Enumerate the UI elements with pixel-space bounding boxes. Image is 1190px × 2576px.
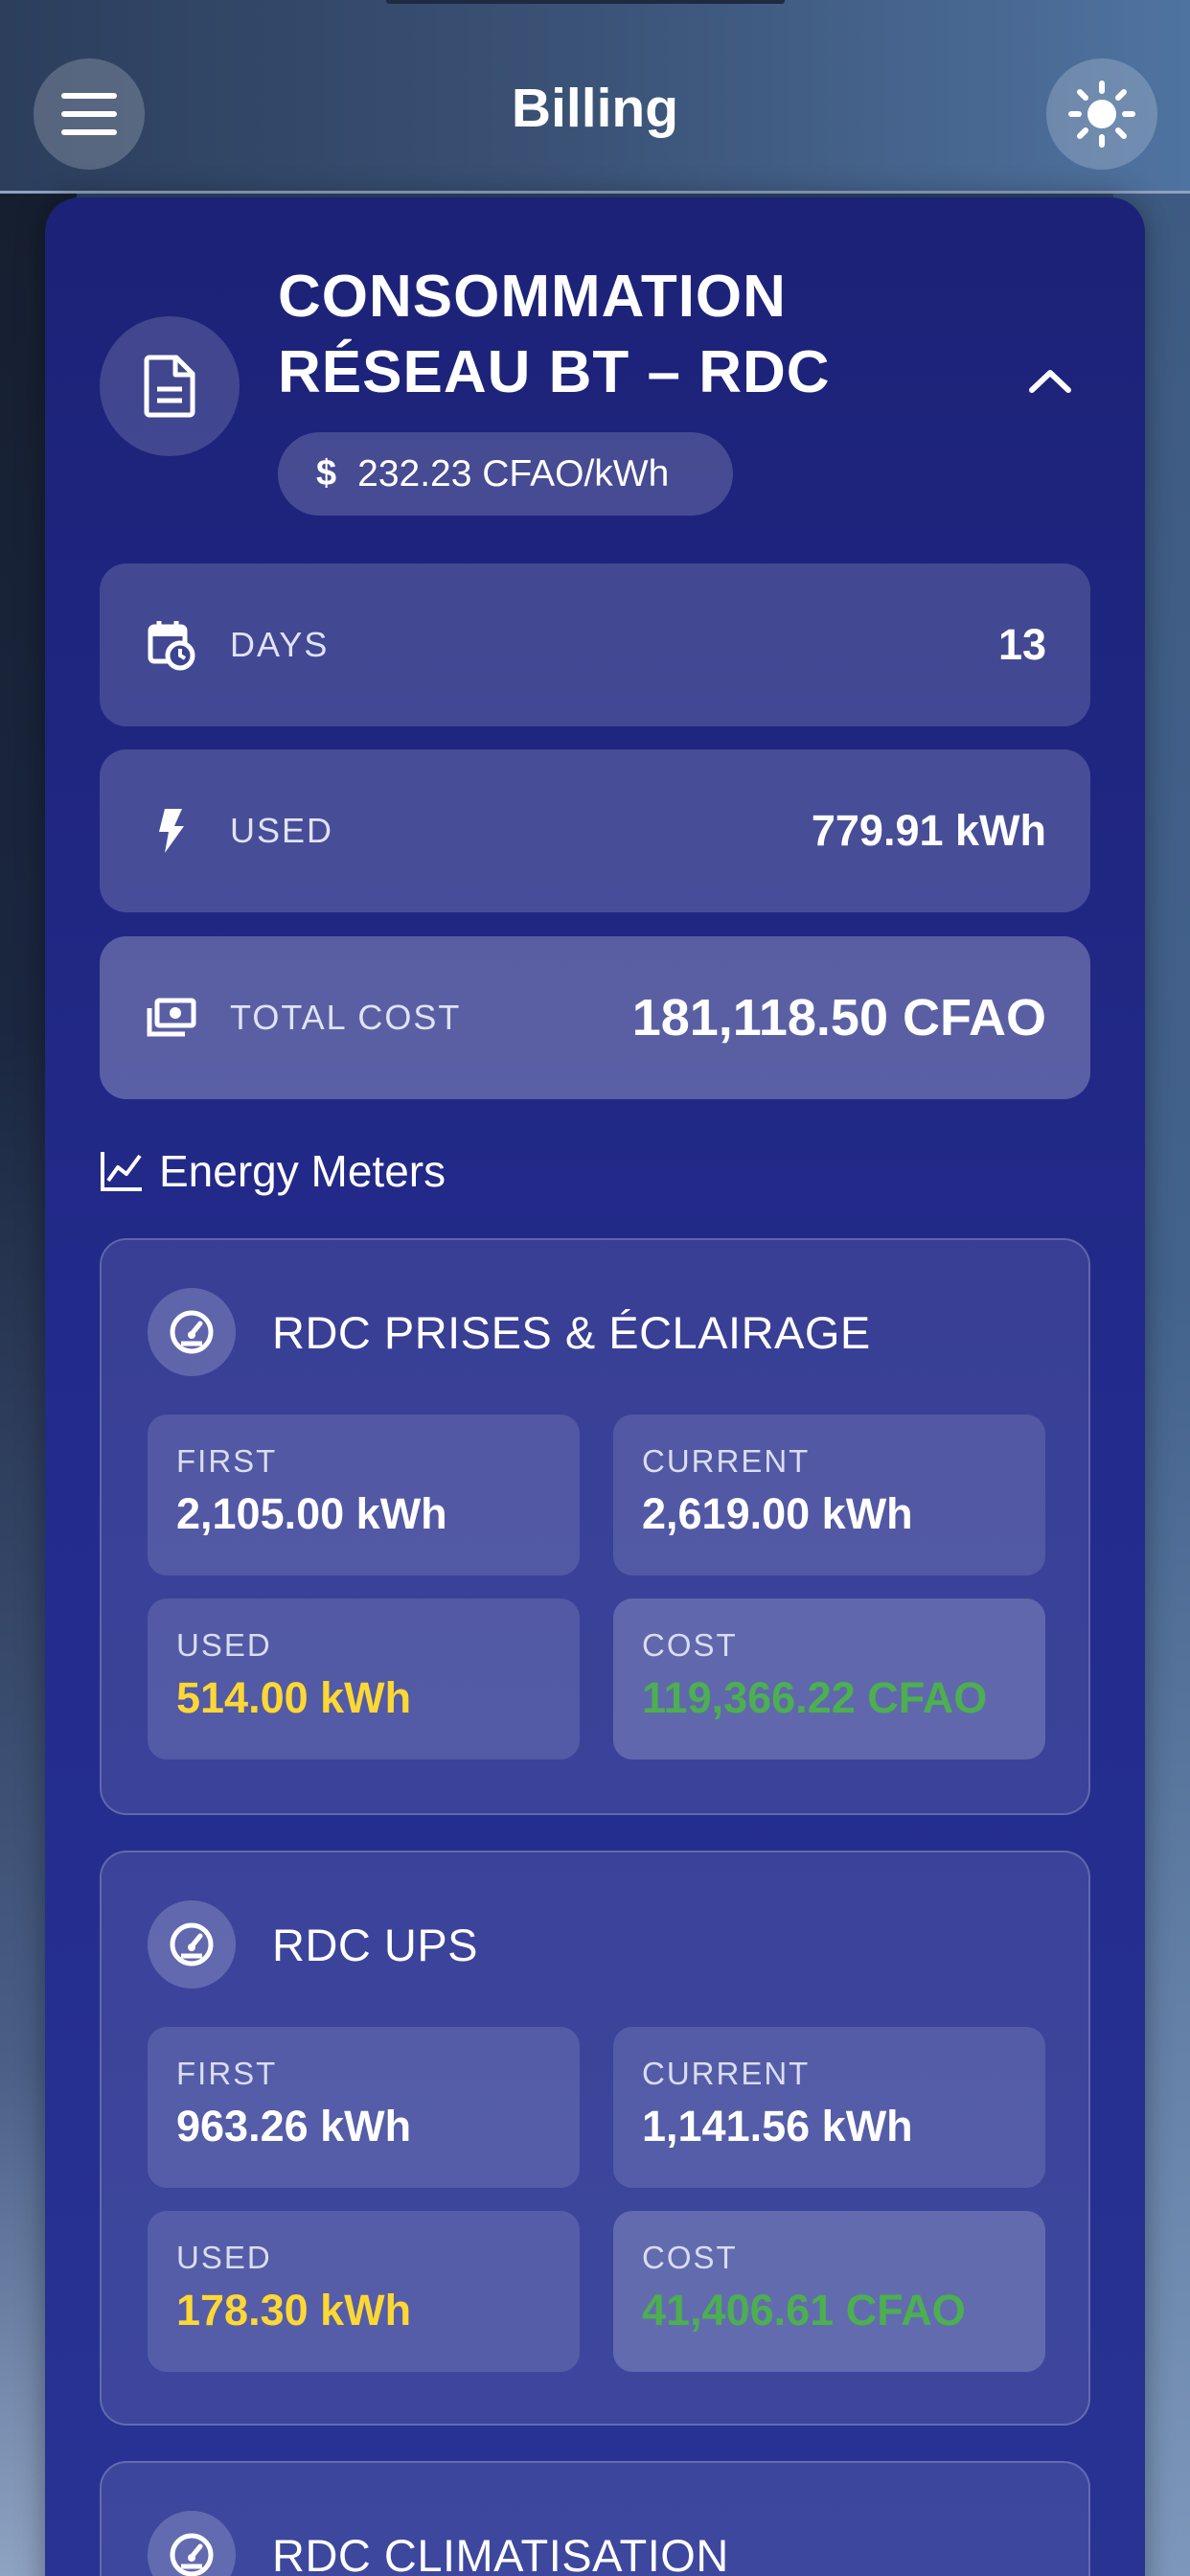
current-label: CURRENT [642,2056,811,2091]
meter-card: RDC CLIMATISATION [100,2461,1090,2576]
collapse-button[interactable] [1027,366,1073,400]
meter-header: RDC CLIMATISATION [148,2511,729,2576]
days-value: 13 [997,620,1046,669]
current-value: 2,619.00 kWh [642,1489,913,1538]
used-label: USED [176,2240,272,2275]
theme-toggle-button[interactable] [1046,58,1157,170]
meter-name: RDC PRISES & ÉCLAIRAGE [272,1306,871,1358]
document-icon [144,355,195,418]
page-title: Billing [511,78,679,139]
first-reading-tile: FIRST 2,105.00 kWh [148,1414,580,1576]
cost-label: COST [642,2240,738,2275]
current-value: 1,141.56 kWh [642,2102,913,2150]
meter-card: RDC PRISES & ÉCLAIRAGE FIRST 2,105.00 kW… [100,1238,1090,1815]
rate-value: 232.23 CFAO/kWh [357,452,670,494]
used-tile: USED 514.00 kWh [148,1598,580,1760]
document-badge [100,316,240,456]
billing-title-line1: CONSOMMATION [278,264,787,330]
total-cost-value: 181,118.50 CFAO [631,989,1046,1046]
chevron-up-icon [1029,370,1071,393]
first-value: 963.26 kWh [176,2102,412,2150]
gauge-icon [148,1900,236,1989]
days-row: DAYS 13 [100,564,1090,726]
rate-badge: $ 232.23 CFAO/kWh [278,432,733,516]
billing-title-line2: RÉSEAU BT – RDC [278,339,831,405]
cash-icon [146,992,197,1044]
bolt-icon [146,805,197,857]
used-row: USED 779.91 kWh [100,749,1090,912]
meter-name: RDC CLIMATISATION [272,2529,729,2576]
dollar-icon: $ [316,453,337,494]
calendar-clock-icon [146,619,197,671]
current-label: CURRENT [642,1443,811,1479]
used-value: 514.00 kWh [176,1673,412,1722]
sun-icon [1068,80,1135,148]
meter-header: RDC UPS [148,1900,478,1989]
first-label: FIRST [176,1443,278,1479]
section-title: Energy Meters [100,1145,446,1197]
gauge-icon [148,1288,236,1376]
meter-card: RDC UPS FIRST 963.26 kWh CURRENT 1,141.5… [100,1851,1090,2426]
cost-value: 41,406.61 CFAO [642,2286,966,2334]
status-notch [386,0,785,4]
current-reading-tile: CURRENT 2,619.00 kWh [613,1414,1045,1576]
used-label: USED [230,811,334,850]
first-value: 2,105.00 kWh [176,1489,447,1538]
meter-header: RDC PRISES & ÉCLAIRAGE [148,1288,871,1376]
line-chart-icon [101,1152,142,1191]
first-reading-tile: FIRST 963.26 kWh [148,2027,580,2188]
cost-tile: COST 41,406.61 CFAO [613,2211,1045,2372]
app-bar: Billing [0,0,1190,194]
used-label: USED [176,1627,272,1663]
used-tile: USED 178.30 kWh [148,2211,580,2372]
gauge-icon [148,2511,236,2576]
cost-label: COST [642,1627,738,1663]
days-label: DAYS [230,625,330,664]
meter-name: RDC UPS [272,1919,479,1970]
total-cost-row: TOTAL COST 181,118.50 CFAO [100,936,1090,1099]
cost-value: 119,366.22 CFAO [642,1673,988,1722]
section-title-text: Energy Meters [159,1146,446,1196]
cost-tile: COST 119,366.22 CFAO [613,1598,1045,1760]
billing-title: CONSOMMATION RÉSEAU BT – RDC [278,259,1006,410]
total-cost-label: TOTAL COST [230,998,462,1037]
current-reading-tile: CURRENT 1,141.56 kWh [613,2027,1045,2188]
used-value: 779.91 kWh [811,806,1046,855]
used-value: 178.30 kWh [176,2286,412,2334]
first-label: FIRST [176,2056,278,2091]
